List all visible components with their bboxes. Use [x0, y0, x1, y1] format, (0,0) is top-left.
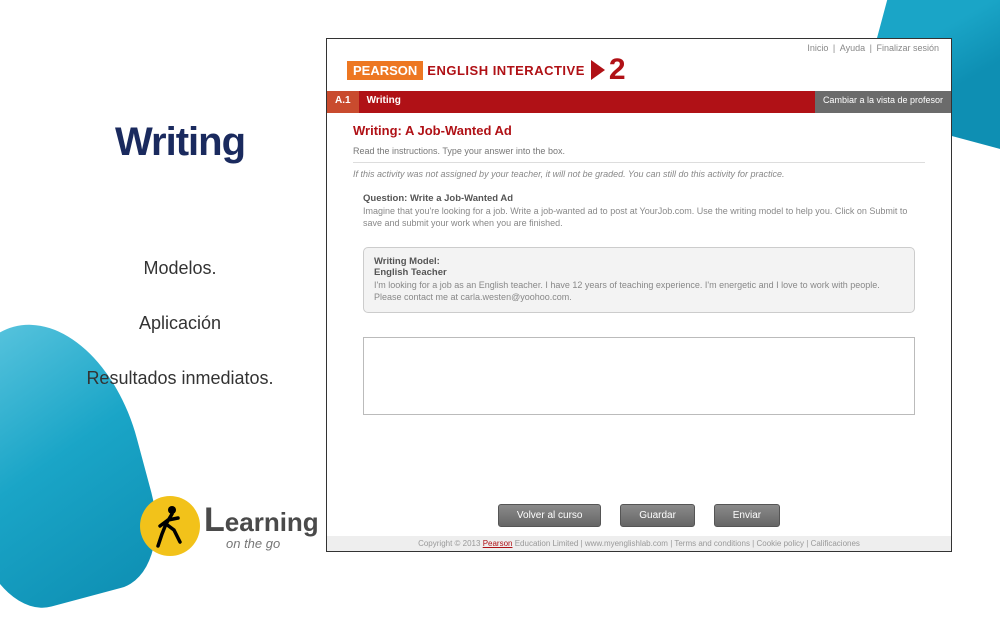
- brand-arrow-icon: [591, 60, 605, 80]
- top-nav: Inicio | Ayuda | Finalizar sesión: [327, 39, 951, 53]
- model-heading: English Teacher: [374, 267, 904, 278]
- save-button[interactable]: Guardar: [620, 504, 695, 527]
- logo-earning: earning: [225, 507, 319, 537]
- bullet-1: Modelos.: [60, 255, 300, 282]
- question-title: Question: Write a Job-Wanted Ad: [363, 193, 915, 204]
- learning-on-the-go-logo: Learning on the go: [140, 496, 319, 556]
- nav-home[interactable]: Inicio: [805, 43, 830, 53]
- activity-title: Writing: A Job-Wanted Ad: [353, 123, 925, 138]
- question-block: Question: Write a Job-Wanted Ad Imagine …: [363, 193, 915, 229]
- button-bar: Volver al curso Guardar Enviar: [327, 504, 951, 527]
- copyright-pearson-link[interactable]: Pearson: [483, 539, 513, 548]
- back-button[interactable]: Volver al curso: [498, 504, 602, 527]
- copyright-rest: Education Limited | www.myenglishlab.com…: [512, 539, 859, 548]
- brand-header: PEARSON ENGLISH INTERACTIVE 2: [327, 53, 951, 91]
- activity-note: If this activity was not assigned by you…: [353, 169, 925, 179]
- copyright-footer: Copyright © 2013 Pearson Education Limit…: [327, 536, 951, 551]
- slide-title: Writing: [60, 120, 300, 165]
- activity-instructions: Read the instructions. Type your answer …: [353, 146, 925, 163]
- slide-left-column: Writing Modelos. Aplicación Resultados i…: [60, 120, 300, 420]
- activity-content: Writing: A Job-Wanted Ad Read the instru…: [327, 113, 951, 421]
- brand-pearson: PEARSON: [347, 61, 423, 80]
- walking-person-icon: [152, 504, 188, 548]
- logo-circle-icon: [140, 496, 200, 556]
- section-name: Writing: [359, 91, 815, 113]
- model-text: I'm looking for a job as an English teac…: [374, 280, 904, 303]
- app-frame: Inicio | Ayuda | Finalizar sesión PEARSO…: [326, 38, 952, 552]
- model-label: Writing Model:: [374, 256, 904, 267]
- brand-level: 2: [609, 55, 626, 85]
- nav-logout[interactable]: Finalizar sesión: [874, 43, 941, 53]
- bullet-3: Resultados inmediatos.: [60, 365, 300, 392]
- question-text: Imagine that you're looking for a job. W…: [363, 206, 915, 229]
- bullet-2: Aplicación: [60, 310, 300, 337]
- slide-bullets: Modelos. Aplicación Resultados inmediato…: [60, 255, 300, 392]
- submit-button[interactable]: Enviar: [714, 504, 780, 527]
- answer-textarea[interactable]: [363, 337, 915, 415]
- copyright-prefix: Copyright © 2013: [418, 539, 483, 548]
- logo-text: Learning on the go: [204, 503, 319, 550]
- nav-help[interactable]: Ayuda: [838, 43, 867, 53]
- brand-english-interactive: ENGLISH INTERACTIVE: [427, 63, 585, 78]
- section-bar: A.1 Writing Cambiar a la vista de profes…: [327, 91, 951, 113]
- logo-L: L: [204, 501, 225, 539]
- writing-model-box: Writing Model: English Teacher I'm looki…: [363, 247, 915, 312]
- teacher-view-button[interactable]: Cambiar a la vista de profesor: [815, 91, 951, 113]
- section-code: A.1: [327, 91, 359, 113]
